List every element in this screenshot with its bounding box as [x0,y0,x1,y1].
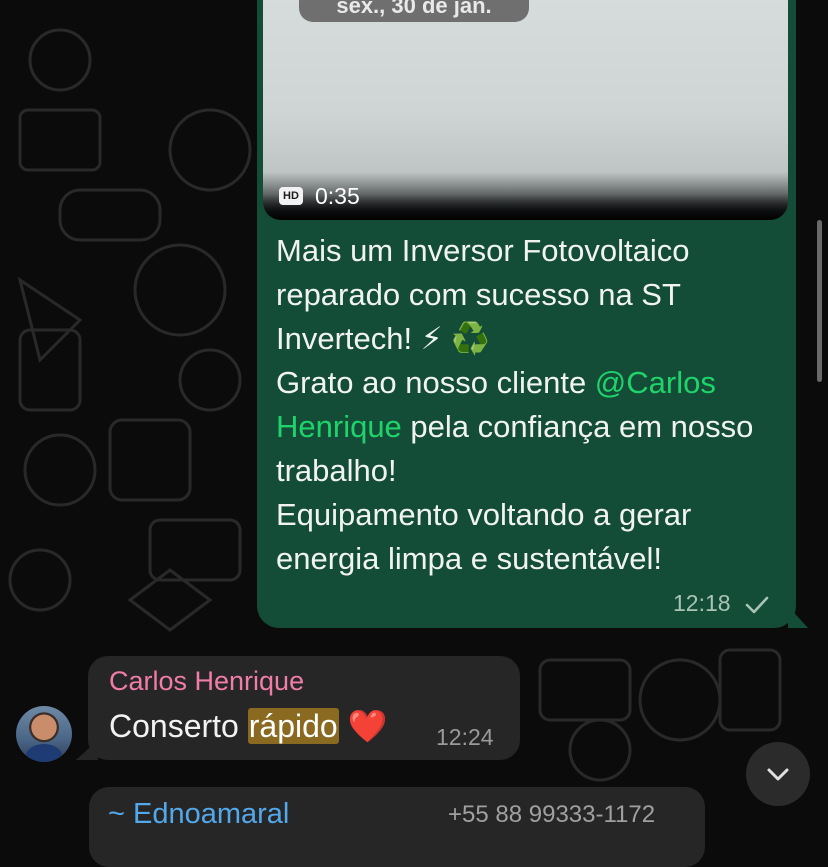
sender-name[interactable]: Carlos Henrique [109,666,304,697]
message-closing: Equipamento voltando a gerar energia lim… [276,497,692,576]
date-separator: sex., 30 de jan. [299,0,529,22]
recycle-emoji: ♻️ [451,321,490,356]
incoming-message-text: Conserto rápido ❤️ [109,704,387,748]
scroll-down-button[interactable] [746,742,810,806]
scroll-indicator[interactable] [817,220,822,382]
outgoing-timestamp: 12:18 [673,590,731,616]
message-thanks-prefix: Grato ao nosso cliente [276,365,595,400]
user-avatar[interactable] [16,706,72,762]
outgoing-message-text: Mais um Inversor Fotovoltaico reparado c… [276,229,781,581]
chevron-down-icon [767,768,789,781]
sender-name-2[interactable]: ~ Ednoamaral [108,798,289,831]
lightning-emoji: ⚡ [420,321,443,356]
highlighted-word: rápido [247,708,339,744]
single-check-icon [745,596,769,614]
incoming-timestamp: 12:24 [436,724,494,750]
sender-phone: +55 88 99333-1172 [448,801,656,828]
hd-badge: HD [279,187,303,205]
message-prefix: Conserto [109,708,248,744]
heart-emoji: ❤️ [347,708,388,744]
video-duration: 0:35 [315,183,360,209]
